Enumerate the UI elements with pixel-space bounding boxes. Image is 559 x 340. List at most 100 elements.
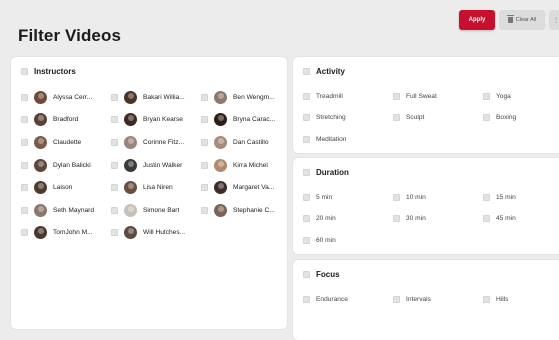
instructor-item[interactable]: Ben Wengm... xyxy=(201,86,291,109)
instructor-item[interactable]: Margaret Va... xyxy=(201,176,291,199)
duration-option[interactable]: 10 min xyxy=(393,187,483,208)
instructor-checkbox[interactable] xyxy=(201,93,208,101)
instructor-checkbox[interactable] xyxy=(201,206,208,214)
instructor-item[interactable]: Dylan Balicki xyxy=(21,154,111,177)
avatar xyxy=(214,135,227,149)
option-label: 30 min xyxy=(406,215,426,223)
instructor-checkbox[interactable] xyxy=(201,138,208,146)
avatar xyxy=(34,135,47,149)
duration-option[interactable]: 45 min xyxy=(483,208,559,229)
focus-option[interactable]: Intervals xyxy=(393,289,483,310)
instructor-checkbox[interactable] xyxy=(111,161,118,169)
avatar xyxy=(214,158,227,172)
activity-option[interactable]: Treadmill xyxy=(303,86,393,107)
instructor-item[interactable]: Seth Maynard xyxy=(21,199,111,222)
duration-option[interactable]: 60 min xyxy=(303,230,393,251)
instructor-checkbox[interactable] xyxy=(21,116,28,124)
instructors-checkbox[interactable] xyxy=(21,68,28,75)
option-checkbox[interactable] xyxy=(393,194,400,202)
instructor-item[interactable]: Will Hutches... xyxy=(111,222,201,245)
instructor-item[interactable]: Dan Castillo xyxy=(201,131,291,154)
instructor-item[interactable]: Simone Bart xyxy=(111,199,201,222)
focus-options: Endurance Intervals Hills xyxy=(303,289,559,310)
instructor-checkbox[interactable] xyxy=(21,229,28,237)
instructor-checkbox[interactable] xyxy=(21,138,28,146)
option-checkbox[interactable] xyxy=(303,114,310,122)
instructor-checkbox[interactable] xyxy=(21,93,28,101)
instructor-item[interactable]: Justin Walker xyxy=(111,154,201,177)
instructor-item[interactable]: Bryna Carac... xyxy=(201,109,291,132)
more-icon: ⋮ xyxy=(553,17,559,24)
instructor-item[interactable]: Laison xyxy=(21,176,111,199)
clear-all-button[interactable]: Clear All xyxy=(499,10,545,30)
option-checkbox[interactable] xyxy=(393,215,400,223)
instructor-checkbox[interactable] xyxy=(21,161,28,169)
instructor-item[interactable]: Lisa Niren xyxy=(111,176,201,199)
activity-header[interactable]: Activity xyxy=(303,67,345,76)
option-label: 45 min xyxy=(496,215,516,223)
duration-option[interactable]: 5 min xyxy=(303,187,393,208)
activity-option[interactable]: Meditation xyxy=(303,129,393,150)
instructor-checkbox[interactable] xyxy=(111,138,118,146)
focus-option[interactable]: Hills xyxy=(483,289,559,310)
option-checkbox[interactable] xyxy=(303,194,310,202)
instructor-checkbox[interactable] xyxy=(111,229,118,237)
instructor-checkbox[interactable] xyxy=(201,184,208,192)
instructor-name: Bryna Carac... xyxy=(233,116,276,124)
instructor-item[interactable]: Bakari Willia... xyxy=(111,86,201,109)
instructor-checkbox[interactable] xyxy=(111,116,118,124)
option-checkbox[interactable] xyxy=(393,296,400,304)
focus-checkbox[interactable] xyxy=(303,271,310,278)
instructor-checkbox[interactable] xyxy=(111,206,118,214)
duration-header[interactable]: Duration xyxy=(303,168,349,177)
instructor-checkbox[interactable] xyxy=(111,184,118,192)
more-options-button[interactable]: ⋮ xyxy=(549,10,559,30)
option-checkbox[interactable] xyxy=(303,236,310,244)
option-checkbox[interactable] xyxy=(393,114,400,122)
activity-heading: Activity xyxy=(316,67,345,76)
instructor-name: Dylan Balicki xyxy=(53,161,91,169)
instructor-item[interactable]: Bryan Kearse xyxy=(111,109,201,132)
focus-header[interactable]: Focus xyxy=(303,270,340,279)
activity-options: Treadmill Full Sweat Yoga Stretching Scu… xyxy=(303,86,559,150)
focus-option[interactable]: Endurance xyxy=(303,289,393,310)
option-checkbox[interactable] xyxy=(483,296,490,304)
instructor-checkbox[interactable] xyxy=(21,206,28,214)
duration-option[interactable]: 15 min xyxy=(483,187,559,208)
instructor-item[interactable]: Bradford xyxy=(21,109,111,132)
option-checkbox[interactable] xyxy=(303,93,310,101)
instructor-item[interactable]: Stephanie C... xyxy=(201,199,291,222)
option-checkbox[interactable] xyxy=(483,194,490,202)
activity-option[interactable]: Yoga xyxy=(483,86,559,107)
option-checkbox[interactable] xyxy=(303,215,310,223)
option-label: Intervals xyxy=(406,296,431,304)
option-checkbox[interactable] xyxy=(483,114,490,122)
activity-option[interactable]: Sculpt xyxy=(393,107,483,128)
option-checkbox[interactable] xyxy=(483,215,490,223)
duration-checkbox[interactable] xyxy=(303,169,310,176)
option-checkbox[interactable] xyxy=(303,135,310,143)
option-checkbox[interactable] xyxy=(393,93,400,101)
instructor-item[interactable]: Kirra Michel xyxy=(201,154,291,177)
option-checkbox[interactable] xyxy=(303,296,310,304)
instructor-name: Simone Bart xyxy=(143,206,180,214)
avatar xyxy=(124,158,137,172)
activity-option[interactable]: Boxing xyxy=(483,107,559,128)
activity-option[interactable]: Full Sweat xyxy=(393,86,483,107)
instructor-item[interactable]: Claudette xyxy=(21,131,111,154)
activity-option[interactable]: Stretching xyxy=(303,107,393,128)
instructor-checkbox[interactable] xyxy=(111,93,118,101)
instructor-name: Lisa Niren xyxy=(143,184,173,192)
duration-option[interactable]: 20 min xyxy=(303,208,393,229)
instructor-item[interactable]: Alyssa Cerr... xyxy=(21,86,111,109)
option-checkbox[interactable] xyxy=(483,93,490,101)
instructor-checkbox[interactable] xyxy=(21,184,28,192)
apply-button[interactable]: Apply xyxy=(459,10,495,30)
instructor-checkbox[interactable] xyxy=(201,116,208,124)
instructor-checkbox[interactable] xyxy=(201,161,208,169)
duration-option[interactable]: 30 min xyxy=(393,208,483,229)
instructors-header[interactable]: Instructors xyxy=(21,67,76,76)
activity-checkbox[interactable] xyxy=(303,68,310,75)
instructor-item[interactable]: Corinne Fitz... xyxy=(111,131,201,154)
instructor-item[interactable]: TomJohn M... xyxy=(21,222,111,245)
